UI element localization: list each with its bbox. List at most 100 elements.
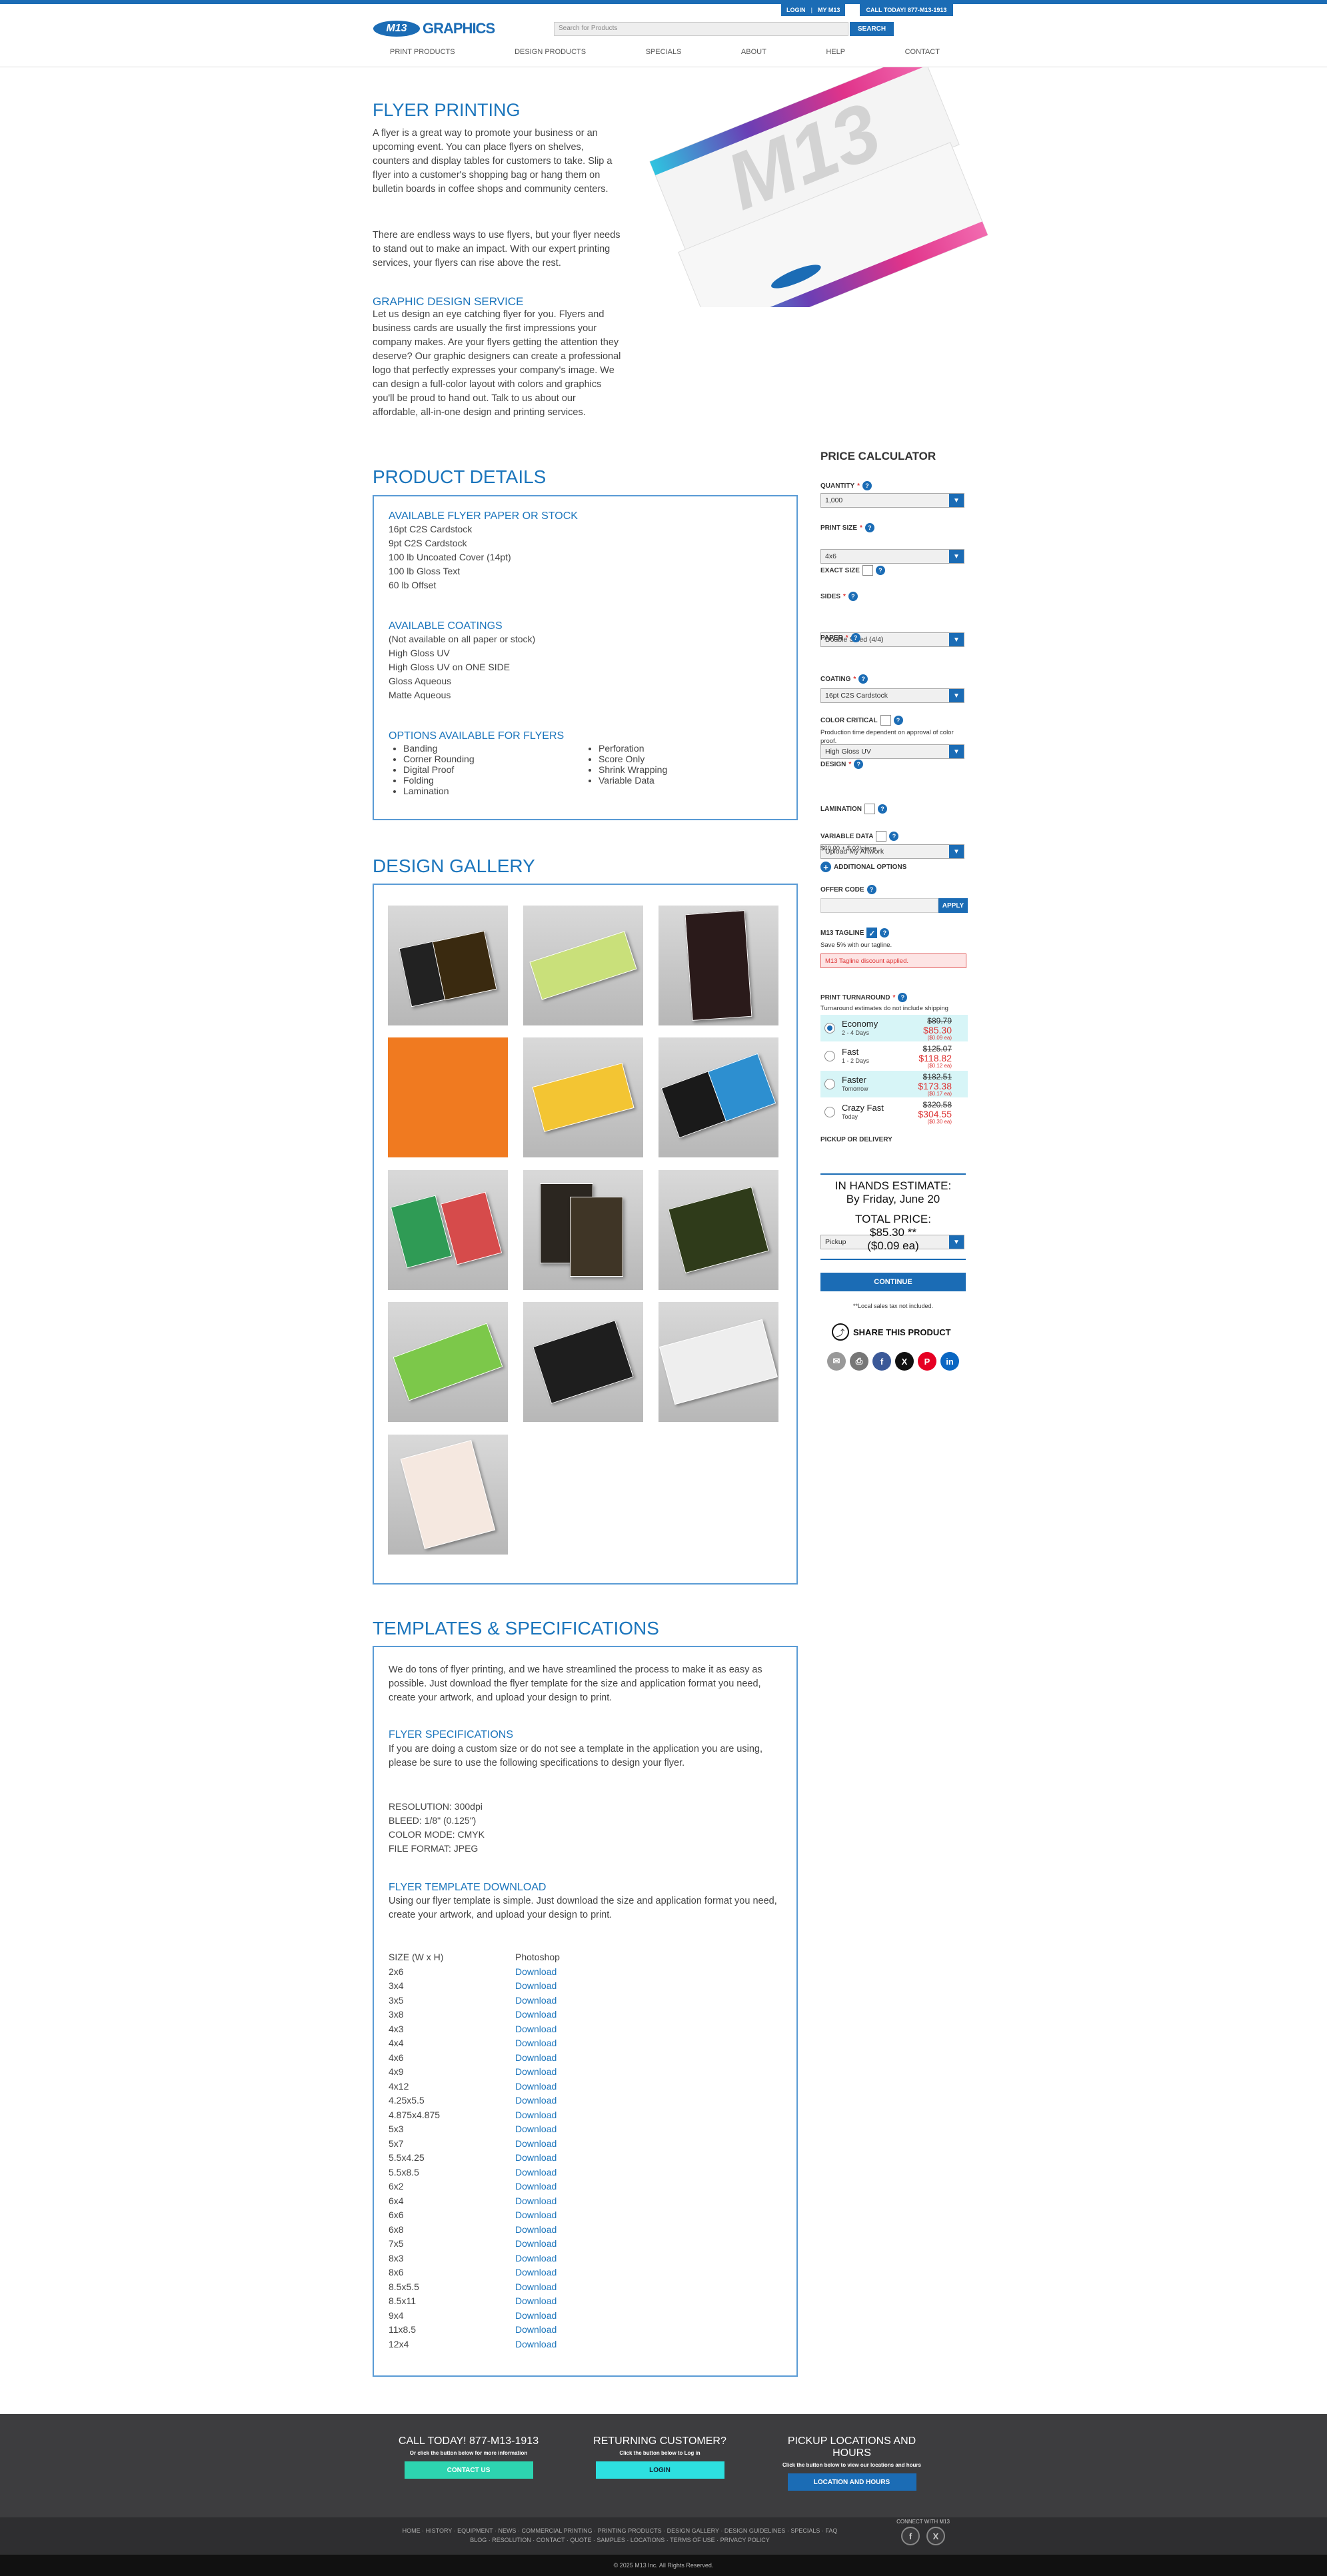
download-link[interactable]: Download bbox=[515, 1965, 557, 1980]
turnaround-option[interactable]: Crazy Fast Today $320.58 $304.55 ($0.30 ea) bbox=[820, 1099, 968, 1125]
download-link[interactable]: Download bbox=[515, 2108, 557, 2123]
footer-login-button[interactable]: LOGIN bbox=[595, 2461, 724, 2479]
download-link[interactable]: Download bbox=[515, 2022, 557, 2037]
paper-select[interactable]: 16pt C2S Cardstock ▼ bbox=[820, 688, 964, 703]
help-icon[interactable]: ? bbox=[878, 804, 888, 814]
tagline-checkbox[interactable]: ✓ bbox=[866, 928, 878, 938]
x-twitter-icon[interactable]: X bbox=[895, 1352, 914, 1371]
help-icon[interactable]: ? bbox=[898, 993, 908, 1002]
gallery-thumb[interactable] bbox=[388, 1435, 508, 1555]
download-link[interactable]: Download bbox=[515, 2065, 557, 2080]
facebook-icon[interactable]: f bbox=[872, 1352, 891, 1371]
download-link[interactable]: Download bbox=[515, 2194, 557, 2209]
gallery-thumb[interactable] bbox=[523, 1170, 643, 1290]
turnaround-radio[interactable] bbox=[824, 1107, 835, 1117]
turnaround-radio[interactable] bbox=[824, 1051, 835, 1061]
gallery-thumb[interactable] bbox=[523, 1302, 643, 1422]
site-logo[interactable]: M13 GRAPHICS bbox=[373, 17, 517, 40]
continue-button[interactable]: CONTINUE bbox=[820, 1273, 966, 1291]
help-icon[interactable]: ? bbox=[850, 633, 860, 642]
download-link[interactable]: Download bbox=[515, 2237, 557, 2252]
gallery-thumb[interactable] bbox=[523, 906, 643, 1025]
help-icon[interactable]: ? bbox=[848, 592, 858, 601]
x-twitter-icon[interactable]: X bbox=[926, 2527, 945, 2545]
color-critical-checkbox[interactable] bbox=[880, 715, 891, 726]
gallery-thumb[interactable] bbox=[659, 1302, 778, 1422]
help-icon[interactable]: ? bbox=[893, 716, 903, 725]
pinterest-icon[interactable]: P bbox=[918, 1352, 936, 1371]
download-link[interactable]: Download bbox=[515, 2309, 557, 2323]
gallery-thumb[interactable] bbox=[659, 906, 778, 1025]
download-link[interactable]: Download bbox=[515, 2252, 557, 2266]
turnaround-option[interactable]: Faster Tomorrow $182.51 $173.38 ($0.17 ea) bbox=[820, 1071, 968, 1097]
nav-specials[interactable]: SPECIALS bbox=[646, 48, 682, 61]
turnaround-option[interactable]: Fast 1 - 2 Days $125.07 $118.82 ($0.12 ea) bbox=[820, 1043, 968, 1069]
download-link[interactable]: Download bbox=[515, 2223, 557, 2238]
download-link[interactable]: Download bbox=[515, 2051, 557, 2066]
download-link[interactable]: Download bbox=[515, 2180, 557, 2194]
download-link[interactable]: Download bbox=[515, 2094, 557, 2108]
gallery-thumb[interactable] bbox=[659, 1037, 778, 1157]
call-today-bar[interactable]: CALL TODAY! 877-M13-1913 bbox=[860, 4, 953, 16]
additional-options-toggle[interactable]: + ADDITIONAL OPTIONS bbox=[820, 862, 906, 872]
my-account-link[interactable]: MY M13 bbox=[818, 7, 840, 13]
exact-size-checkbox[interactable] bbox=[862, 565, 873, 576]
turnaround-option[interactable]: Economy 2 - 4 Days $89.79 $85.30 ($0.09 ea) bbox=[820, 1015, 968, 1041]
login-link[interactable]: LOGIN bbox=[786, 7, 806, 13]
download-link[interactable]: Download bbox=[515, 2294, 557, 2309]
nav-contact[interactable]: CONTACT bbox=[905, 48, 940, 61]
help-icon[interactable]: ? bbox=[854, 760, 864, 769]
search-input[interactable]: Search for Products bbox=[554, 22, 848, 36]
download-link[interactable]: Download bbox=[515, 2036, 557, 2051]
help-icon[interactable]: ? bbox=[858, 674, 868, 684]
download-link[interactable]: Download bbox=[515, 1994, 557, 2008]
search-button[interactable]: SEARCH bbox=[850, 22, 894, 36]
download-link[interactable]: Download bbox=[515, 2337, 557, 2352]
gallery-thumb[interactable] bbox=[523, 1037, 643, 1157]
download-link[interactable]: Download bbox=[515, 2008, 557, 2022]
download-link[interactable]: Download bbox=[515, 2166, 557, 2180]
print-size-select[interactable]: 4x6 ▼ bbox=[820, 549, 964, 564]
download-link[interactable]: Download bbox=[515, 2122, 557, 2137]
download-link[interactable]: Download bbox=[515, 2080, 557, 2094]
help-icon[interactable]: ? bbox=[862, 481, 872, 490]
gallery-thumb[interactable] bbox=[388, 1170, 508, 1290]
print-share-icon[interactable]: ⎙ bbox=[850, 1352, 868, 1371]
email-share-icon[interactable]: ✉ bbox=[827, 1352, 846, 1371]
location-hours-button[interactable]: LOCATION AND HOURS bbox=[787, 2473, 916, 2491]
variable-data-checkbox[interactable] bbox=[876, 831, 887, 842]
gallery-thumb[interactable] bbox=[659, 1170, 778, 1290]
help-icon[interactable]: ? bbox=[889, 832, 899, 841]
nav-help[interactable]: HELP bbox=[826, 48, 845, 61]
offer-code-input[interactable] bbox=[820, 898, 938, 913]
help-icon[interactable]: ? bbox=[864, 523, 874, 532]
apply-button[interactable]: APPLY bbox=[938, 898, 968, 913]
help-icon[interactable]: ? bbox=[875, 566, 885, 575]
table-row: 7x5 Download bbox=[389, 2237, 785, 2252]
turnaround-radio[interactable] bbox=[824, 1023, 835, 1033]
download-link[interactable]: Download bbox=[515, 2151, 557, 2166]
gallery-thumb[interactable] bbox=[388, 906, 508, 1025]
linkedin-icon[interactable]: in bbox=[940, 1352, 959, 1371]
footer-links-row-1[interactable]: HOME · HISTORY · EQUIPMENT · NEWS · COMM… bbox=[373, 2527, 866, 2534]
footer-links-row-2[interactable]: BLOG · RESOLUTION · CONTACT · QUOTE · SA… bbox=[373, 2537, 866, 2543]
contact-us-button[interactable]: CONTACT US bbox=[404, 2461, 533, 2479]
nav-design-products[interactable]: DESIGN PRODUCTS bbox=[515, 48, 586, 61]
help-icon[interactable]: ? bbox=[866, 885, 876, 894]
coating-select[interactable]: High Gloss UV ▼ bbox=[820, 744, 964, 759]
download-link[interactable]: Download bbox=[515, 2280, 557, 2295]
facebook-icon[interactable]: f bbox=[901, 2527, 920, 2545]
lamination-checkbox[interactable] bbox=[864, 804, 876, 814]
gallery-thumb[interactable] bbox=[388, 1037, 508, 1157]
nav-about[interactable]: ABOUT bbox=[741, 48, 766, 61]
download-link[interactable]: Download bbox=[515, 2323, 557, 2337]
turnaround-radio[interactable] bbox=[824, 1079, 835, 1089]
help-icon[interactable]: ? bbox=[880, 928, 890, 938]
download-link[interactable]: Download bbox=[515, 2137, 557, 2152]
download-link[interactable]: Download bbox=[515, 2208, 557, 2223]
gallery-thumb[interactable] bbox=[388, 1302, 508, 1422]
download-link[interactable]: Download bbox=[515, 2265, 557, 2280]
nav-print-products[interactable]: PRINT PRODUCTS bbox=[390, 48, 455, 61]
quantity-select[interactable]: 1,000 ▼ bbox=[820, 493, 964, 508]
download-link[interactable]: Download bbox=[515, 1979, 557, 1994]
